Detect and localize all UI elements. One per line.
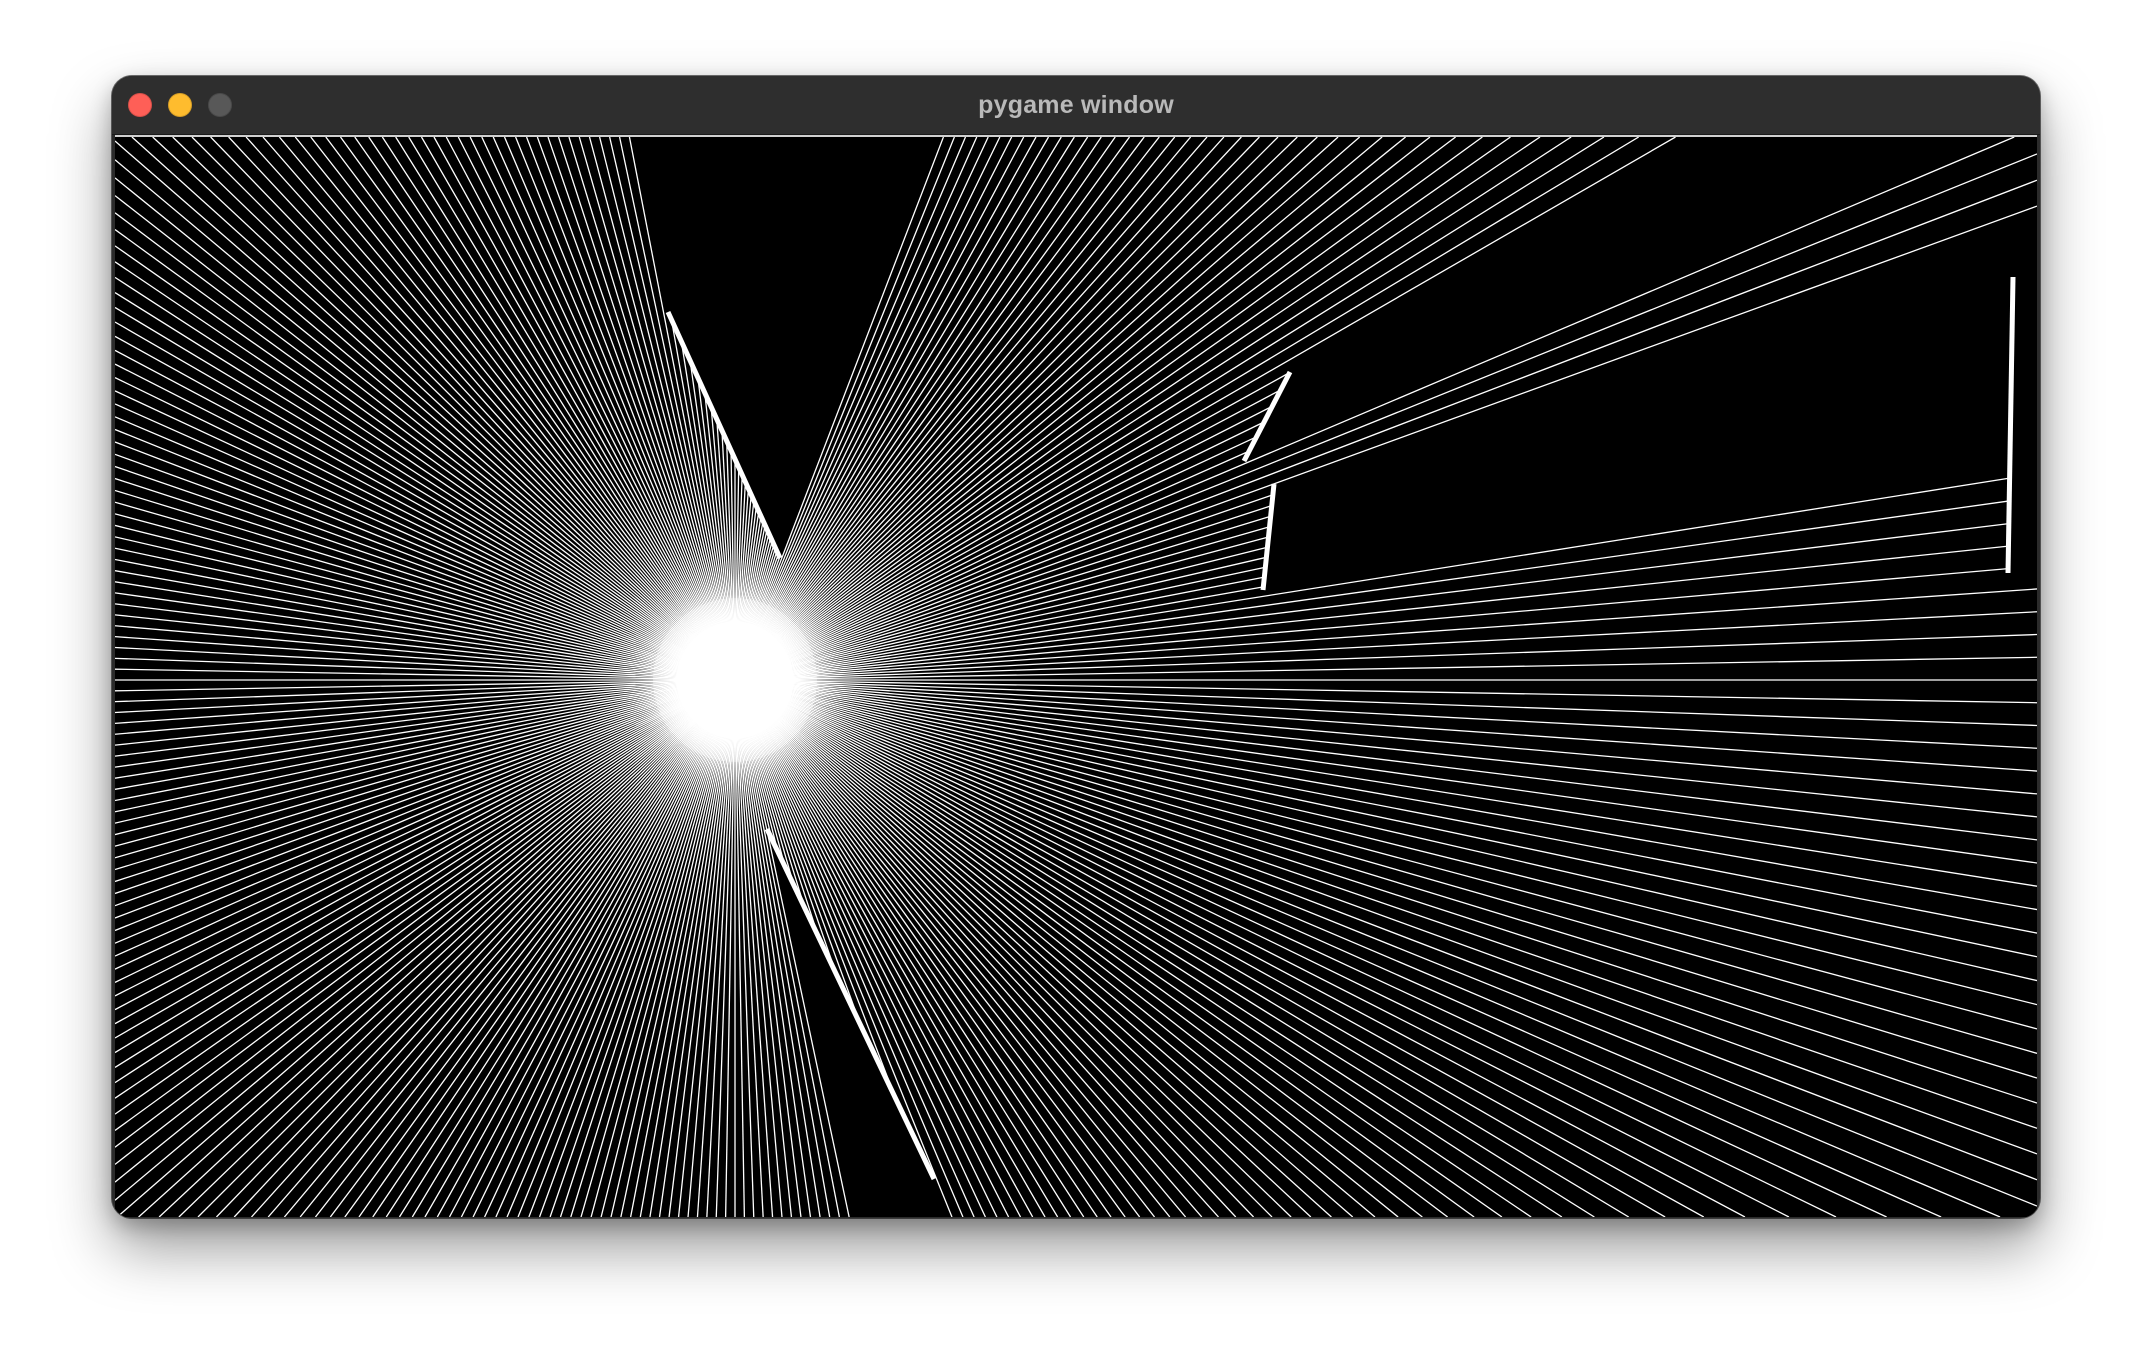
pygame-window: pygame window [112, 76, 2040, 1218]
light-source[interactable] [677, 622, 793, 738]
desktop-background: pygame window [0, 0, 2144, 1360]
game-canvas-area[interactable] [115, 135, 2037, 1217]
window-title: pygame window [978, 91, 1174, 119]
title-bar[interactable]: pygame window [112, 76, 2040, 135]
raycast-scene[interactable] [115, 137, 2037, 1217]
